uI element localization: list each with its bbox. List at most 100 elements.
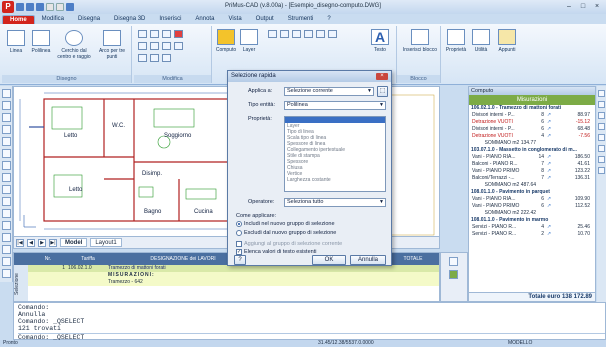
- mirror-icon[interactable]: [138, 42, 147, 50]
- nav-last-button[interactable]: ▶|: [49, 238, 57, 247]
- link-icon[interactable]: ↗: [544, 133, 554, 140]
- minimize-icon[interactable]: –: [564, 2, 574, 11]
- include-radio[interactable]: [236, 221, 242, 227]
- rotate-icon[interactable]: [162, 30, 171, 38]
- link-icon[interactable]: ↗: [544, 203, 554, 210]
- link-icon[interactable]: ↗: [544, 224, 554, 231]
- measurement-row[interactable]: Balconi - PIANO R... 7 ↗ 41.61: [469, 161, 597, 168]
- appunti-button[interactable]: Appunti: [494, 29, 520, 53]
- erase-icon[interactable]: [174, 30, 183, 38]
- extend-icon[interactable]: [174, 42, 183, 50]
- link-icon[interactable]: ↗: [544, 112, 554, 119]
- measurement-group-header[interactable]: 108.01.1.0 - Pavimento in marmo: [469, 217, 597, 224]
- offset-icon[interactable]: [150, 42, 159, 50]
- dialog-close-button[interactable]: ×: [376, 73, 388, 80]
- pan-icon[interactable]: [2, 269, 11, 278]
- link-icon[interactable]: ↗: [544, 175, 554, 182]
- layer-tool-2-icon[interactable]: [280, 30, 289, 38]
- tab-annota[interactable]: Annota: [188, 15, 221, 24]
- tab-help[interactable]: ?: [320, 15, 337, 24]
- stretch-icon[interactable]: [150, 54, 159, 62]
- tab-output[interactable]: Output: [249, 15, 281, 24]
- table-row[interactable]: Tramezzo - 642: [28, 279, 439, 286]
- zoom-extents-icon[interactable]: [598, 112, 605, 119]
- snap-quadrant-icon[interactable]: [2, 137, 11, 146]
- tab-inserisci[interactable]: Inserisci: [152, 15, 188, 24]
- measurement-group-header[interactable]: 103.07.1.0 - Massetto in conglomerato di…: [469, 147, 597, 154]
- zoom-icon[interactable]: [2, 257, 11, 266]
- link-icon[interactable]: ↗: [544, 119, 554, 126]
- measurement-row[interactable]: Servizi - PIANO R... 2 ↗ 10.70: [469, 231, 597, 238]
- layer-tool-3-icon[interactable]: [292, 30, 301, 38]
- link-icon[interactable]: ↗: [544, 196, 554, 203]
- snap-midpoint-icon[interactable]: [2, 101, 11, 110]
- proprieta-button[interactable]: Proprietà: [443, 29, 469, 53]
- layer-tool-1-icon[interactable]: [268, 30, 277, 38]
- list-checkbox-row[interactable]: ✓ Elenca valori di testo esistenti: [236, 249, 316, 255]
- link-icon[interactable]: ↗: [544, 168, 554, 175]
- measurement-row[interactable]: Vani - PIANO PRIMO 8 ↗ 123.22: [469, 168, 597, 175]
- scale-icon[interactable]: [138, 54, 147, 62]
- link-icon[interactable]: ↗: [544, 231, 554, 238]
- snap-none-icon[interactable]: [2, 233, 11, 242]
- measurement-row[interactable]: Detrazione VUOTI 4 ↗ -7.56: [469, 133, 597, 140]
- measurements-list[interactable]: 106.02.1.0 - Tramezzo di mattoni forati D…: [469, 105, 597, 285]
- tab-home[interactable]: Home: [2, 15, 35, 24]
- copy-icon[interactable]: [150, 30, 159, 38]
- zoom-in-icon[interactable]: [598, 90, 605, 97]
- measurement-row[interactable]: Divisori interni - P... 6 ↗ 68.48: [469, 126, 597, 133]
- zoom-window-icon[interactable]: [598, 123, 605, 130]
- nav-next-button[interactable]: ▶: [38, 238, 46, 247]
- applica-select[interactable]: Selezione corrente ▼: [284, 87, 374, 96]
- operatore-select[interactable]: Seleziona tutto ▼: [284, 198, 386, 207]
- cerchio-button[interactable]: Cerchio dal centro e raggio: [56, 30, 92, 60]
- fillet-icon[interactable]: [162, 54, 171, 62]
- tab-model[interactable]: Model: [60, 238, 88, 247]
- snap-endpoint-icon[interactable]: [2, 89, 11, 98]
- export-icon[interactable]: [449, 270, 458, 279]
- arco-button[interactable]: Arco per tre punti: [94, 30, 130, 60]
- nav-first-button[interactable]: |◀: [16, 238, 24, 247]
- print-icon[interactable]: [449, 257, 458, 266]
- measurement-row[interactable]: Balconi/Terrazzi -... 7 ↗ 136.31: [469, 175, 597, 182]
- tab-vista[interactable]: Vista: [221, 15, 248, 24]
- layer-tool-5-icon[interactable]: [316, 30, 325, 38]
- exclude-radio-row[interactable]: Escludi dal nuovo gruppo di selezione: [236, 230, 336, 236]
- measurement-row[interactable]: SOMMANOSOMMANO m2 487.64: [469, 182, 597, 189]
- properties-list[interactable]: Layer Tipo di linea Scala tipo di linea …: [284, 116, 386, 192]
- measurement-row[interactable]: Divisori interni - P... 8 ↗ 88.97: [469, 112, 597, 119]
- snap-perpendicular-icon[interactable]: [2, 185, 11, 194]
- snap-insertion-icon[interactable]: [2, 173, 11, 182]
- snap-center-icon[interactable]: [2, 113, 11, 122]
- add-checkbox[interactable]: [236, 241, 242, 247]
- measurement-row[interactable]: SOMMANOSOMMANO m2 222.42: [469, 210, 597, 217]
- snap-extension-icon[interactable]: [2, 161, 11, 170]
- tab-disegna-3d[interactable]: Disegna 3D: [107, 15, 152, 24]
- layer-button[interactable]: Layer: [238, 29, 260, 53]
- zoom-out-icon[interactable]: [598, 101, 605, 108]
- select-objects-button[interactable]: ⬚: [377, 86, 388, 97]
- cancel-button[interactable]: Annulla: [350, 255, 386, 265]
- measurement-row[interactable]: SOMMANOSOMMANO m2 134.77: [469, 140, 597, 147]
- testo-button[interactable]: A Testo: [370, 29, 390, 53]
- orbit-icon[interactable]: [598, 167, 605, 174]
- link-icon[interactable]: ↗: [544, 154, 554, 161]
- snap-parallel-icon[interactable]: [2, 221, 11, 230]
- measurement-row[interactable]: Vani - PIANO RIA... 6 ↗ 109.90: [469, 196, 597, 203]
- inserisci-blocco-button[interactable]: Inserisci blocco: [401, 29, 439, 53]
- utilita-button[interactable]: Utilità: [470, 29, 492, 53]
- tab-layout1[interactable]: Layout1: [90, 238, 122, 247]
- snap-intersection-icon[interactable]: [2, 149, 11, 158]
- include-radio-row[interactable]: Includi nel nuovo gruppo di selezione: [236, 221, 335, 227]
- link-icon[interactable]: ↗: [544, 161, 554, 168]
- snap-node-icon[interactable]: [2, 125, 11, 134]
- snap-settings-icon[interactable]: [2, 245, 11, 254]
- move-icon[interactable]: [138, 30, 147, 38]
- exclude-radio[interactable]: [236, 230, 242, 236]
- tipo-select[interactable]: Polilinea ▼: [284, 101, 386, 110]
- maximize-icon[interactable]: □: [578, 2, 588, 11]
- measurement-group-header[interactable]: 108.01.1.0 - Pavimento in parquet: [469, 189, 597, 196]
- measurement-group-header[interactable]: 106.02.1.0 - Tramezzo di mattoni forati: [469, 105, 597, 112]
- view-3d-icon[interactable]: [598, 156, 605, 163]
- ok-button[interactable]: OK: [312, 255, 346, 265]
